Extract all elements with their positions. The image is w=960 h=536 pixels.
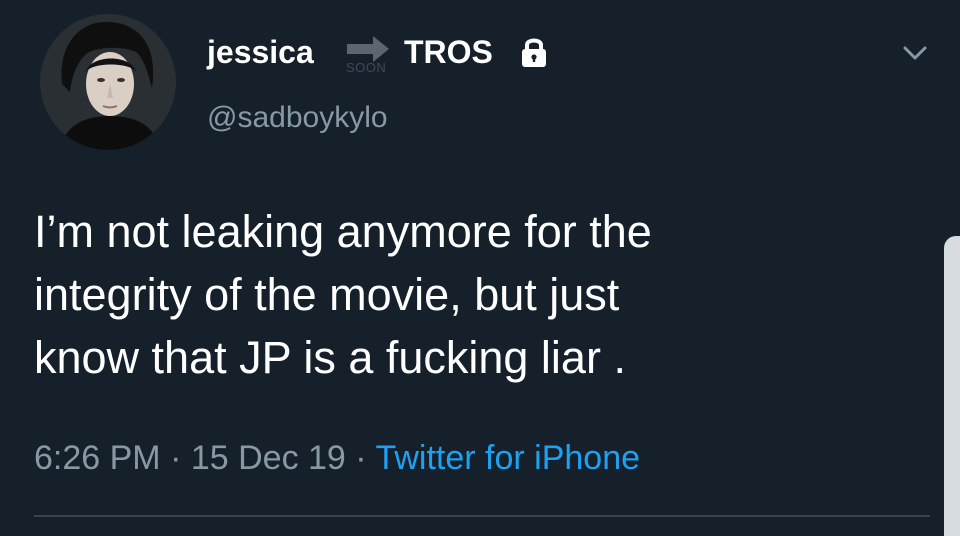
tweet-date[interactable]: 15 Dec 19	[191, 439, 346, 477]
tweet-meta: 6:26 PM · 15 Dec 19 · Twitter for iPhone	[34, 436, 640, 480]
chevron-down-icon[interactable]	[900, 38, 930, 68]
tweet-text: I’m not leaking anymore for the integrit…	[34, 206, 652, 383]
user-handle[interactable]: @sadboykylo	[207, 98, 388, 138]
divider	[34, 515, 930, 517]
display-name[interactable]: jessica	[207, 30, 314, 74]
arrow-caption: SOON	[346, 60, 387, 75]
display-name-suffix[interactable]: TROS	[404, 30, 493, 74]
avatar-image	[40, 14, 176, 150]
tweet-source-link[interactable]: Twitter for iPhone	[375, 439, 640, 477]
avatar[interactable]	[40, 14, 176, 150]
scrollbar[interactable]	[944, 236, 960, 536]
tweet-time[interactable]: 6:26 PM	[34, 439, 161, 477]
lock-icon	[516, 34, 552, 70]
meta-separator: ·	[345, 439, 376, 477]
meta-separator: ·	[160, 439, 191, 477]
